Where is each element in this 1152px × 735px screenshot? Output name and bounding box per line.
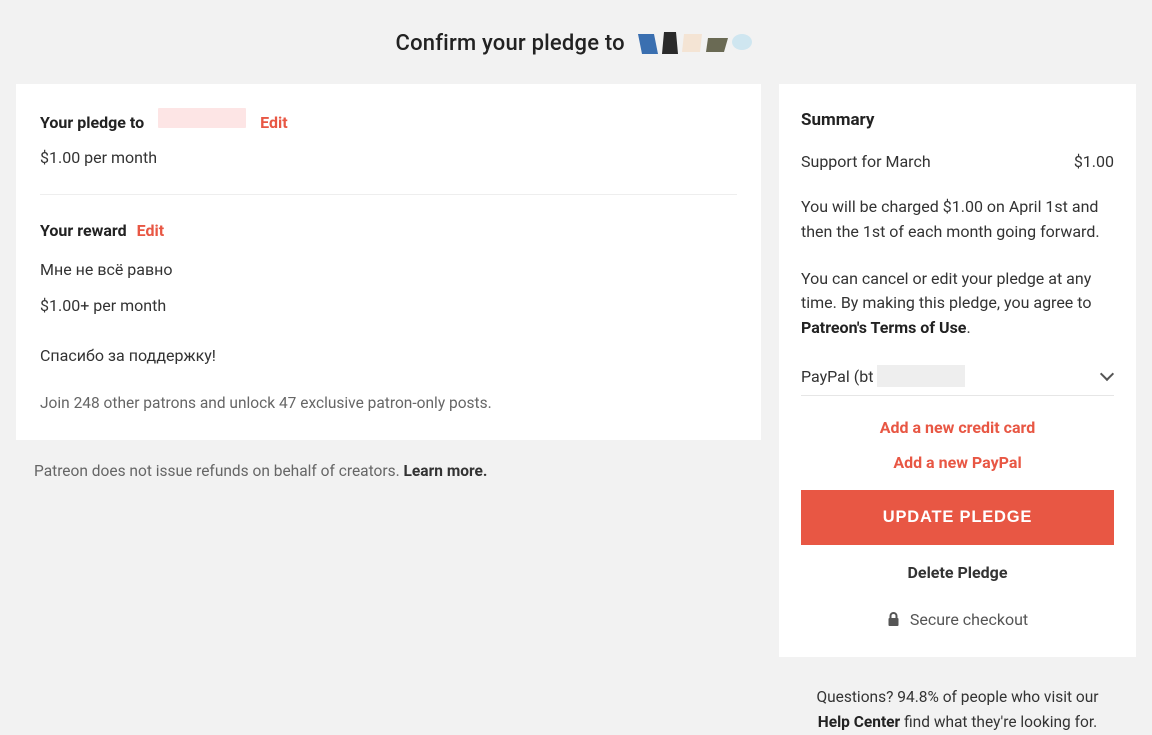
reward-title: Мне не всё равно <box>40 258 737 282</box>
help-center-link[interactable]: Help Center <box>818 713 900 731</box>
learn-more-link[interactable]: Learn more. <box>404 462 488 480</box>
secure-checkout-label: Secure checkout <box>801 610 1114 631</box>
cancel-terms-text: You can cancel or edit your pledge at an… <box>801 267 1114 341</box>
cancel-text-prefix: You can cancel or edit your pledge at an… <box>801 269 1091 313</box>
edit-pledge-link[interactable]: Edit <box>260 113 288 132</box>
payment-method-label: PayPal (bt <box>801 367 873 386</box>
help-line2-suffix: find what they're looking for. <box>900 713 1097 731</box>
page-title-text: Confirm your pledge to <box>396 31 625 56</box>
add-credit-card-link[interactable]: Add a new credit card <box>801 418 1114 437</box>
summary-line-item: Support for March $1.00 <box>801 152 1114 171</box>
refund-note: Patreon does not issue refunds on behalf… <box>16 452 761 490</box>
reward-join-line: Join 248 other patrons and unlock 47 exc… <box>40 394 737 412</box>
help-note: Questions? 94.8% of people who visit our… <box>779 669 1136 735</box>
update-pledge-button[interactable]: UPDATE PLEDGE <box>801 490 1114 545</box>
refund-text: Patreon does not issue refunds on behalf… <box>34 462 404 480</box>
edit-reward-link[interactable]: Edit <box>137 221 165 240</box>
support-period-label: Support for March <box>801 152 931 171</box>
chevron-down-icon <box>1100 369 1114 383</box>
summary-heading: Summary <box>801 110 1114 130</box>
creator-name-redacted <box>158 108 246 128</box>
reward-heading: Your reward <box>40 221 127 240</box>
reward-thanks: Спасибо за поддержку! <box>40 344 737 368</box>
pledge-card: Your pledge to Edit $1.00 per month Your… <box>16 84 761 440</box>
help-line1: Questions? 94.8% of people who visit our <box>816 688 1098 706</box>
lock-icon <box>887 612 900 631</box>
payment-method-redacted <box>877 365 965 387</box>
divider <box>40 194 737 195</box>
support-amount: $1.00 <box>1074 152 1114 171</box>
pledge-amount: $1.00 per month <box>40 146 737 170</box>
page-title: Confirm your pledge to <box>0 0 1152 84</box>
add-paypal-link[interactable]: Add a new PayPal <box>801 453 1114 472</box>
payment-method-select[interactable]: PayPal (bt <box>801 363 1114 396</box>
delete-pledge-link[interactable]: Delete Pledge <box>801 563 1114 582</box>
reward-price: $1.00+ per month <box>40 294 737 318</box>
creator-logo-shapes <box>634 30 756 58</box>
terms-of-use-link[interactable]: Patreon's Terms of Use <box>801 318 966 337</box>
pledge-heading: Your pledge to <box>40 113 144 132</box>
charge-schedule-text: You will be charged $1.00 on April 1st a… <box>801 195 1114 245</box>
summary-card: Summary Support for March $1.00 You will… <box>779 84 1136 657</box>
